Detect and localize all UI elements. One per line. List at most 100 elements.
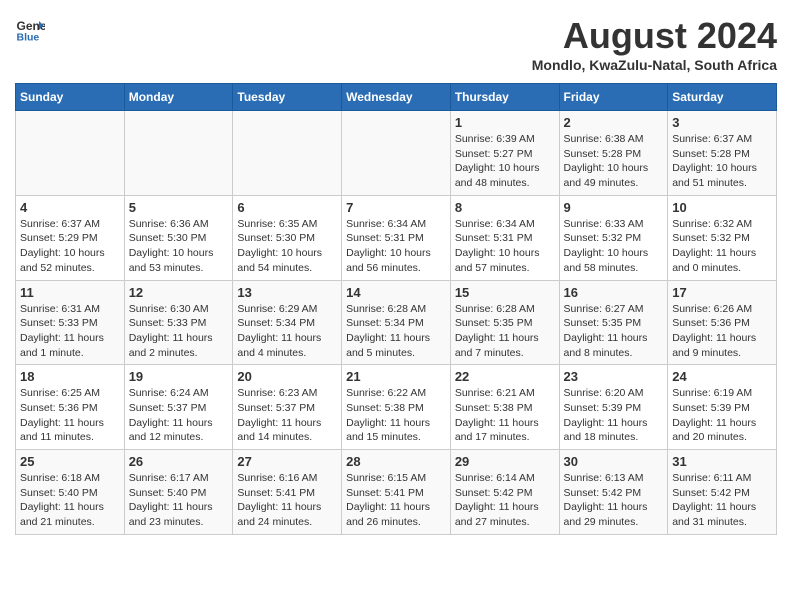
table-cell: 7Sunrise: 6:34 AM Sunset: 5:31 PM Daylig…	[342, 195, 451, 280]
col-thursday: Thursday	[450, 84, 559, 111]
day-info: Sunrise: 6:15 AM Sunset: 5:41 PM Dayligh…	[346, 471, 446, 530]
day-number: 13	[237, 285, 337, 300]
day-number: 17	[672, 285, 772, 300]
day-number: 3	[672, 115, 772, 130]
week-row-2: 4 Sunrise: 6:37 AM Sunset: 5:29 PM Daylig…	[16, 195, 777, 280]
table-cell: 11 Sunrise: 6:31 AM Sunset: 5:33 PM Dayli…	[16, 280, 125, 365]
table-cell: 17Sunrise: 6:26 AM Sunset: 5:36 PM Dayli…	[668, 280, 777, 365]
day-info: Sunrise: 6:33 AM Sunset: 5:32 PM Dayligh…	[564, 217, 664, 276]
day-number: 28	[346, 454, 446, 469]
day-number: 10	[672, 200, 772, 215]
col-friday: Friday	[559, 84, 668, 111]
table-cell: 14Sunrise: 6:28 AM Sunset: 5:34 PM Dayli…	[342, 280, 451, 365]
day-number: 4	[20, 200, 120, 215]
day-number: 1	[455, 115, 555, 130]
table-cell	[342, 111, 451, 196]
day-info: Sunrise: 6:19 AM Sunset: 5:39 PM Dayligh…	[672, 386, 772, 445]
day-number: 26	[129, 454, 229, 469]
table-cell: 21 Sunrise: 6:22 AM Sunset: 5:38 PM Dayli…	[342, 365, 451, 450]
col-sunday: Sunday	[16, 84, 125, 111]
day-info: Sunrise: 6:27 AM Sunset: 5:35 PM Dayligh…	[564, 302, 664, 361]
day-number: 24	[672, 369, 772, 384]
table-cell: 15 Sunrise: 6:28 AM Sunset: 5:35 PM Dayli…	[450, 280, 559, 365]
day-info: Sunrise: 6:30 AM Sunset: 5:33 PM Dayligh…	[129, 302, 229, 361]
month-title: August 2024	[532, 15, 777, 57]
table-cell: 25 Sunrise: 6:18 AM Sunset: 5:40 PM Dayli…	[16, 450, 125, 535]
day-number: 15	[455, 285, 555, 300]
day-number: 12	[129, 285, 229, 300]
day-number: 23	[564, 369, 664, 384]
day-info: Sunrise: 6:22 AM Sunset: 5:38 PM Dayligh…	[346, 386, 446, 445]
day-info: Sunrise: 6:20 AM Sunset: 5:39 PM Dayligh…	[564, 386, 664, 445]
day-info: Sunrise: 6:14 AM Sunset: 5:42 PM Dayligh…	[455, 471, 555, 530]
day-number: 7	[346, 200, 446, 215]
table-cell: 19 Sunrise: 6:24 AM Sunset: 5:37 PM Dayli…	[124, 365, 233, 450]
table-cell	[16, 111, 125, 196]
day-info: Sunrise: 6:28 AM Sunset: 5:35 PM Dayligh…	[455, 302, 555, 361]
calendar-table: Sunday Monday Tuesday Wednesday Thursday…	[15, 83, 777, 535]
table-cell: 30 Sunrise: 6:13 AM Sunset: 5:42 PM Dayli…	[559, 450, 668, 535]
day-number: 21	[346, 369, 446, 384]
table-cell: 22 Sunrise: 6:21 AM Sunset: 5:38 PM Dayli…	[450, 365, 559, 450]
week-row-4: 18 Sunrise: 6:25 AM Sunset: 5:36 PM Dayli…	[16, 365, 777, 450]
location: Mondlo, KwaZulu-Natal, South Africa	[532, 57, 777, 73]
table-cell: 8Sunrise: 6:34 AM Sunset: 5:31 PM Daylig…	[450, 195, 559, 280]
day-number: 11	[20, 285, 120, 300]
day-number: 8	[455, 200, 555, 215]
day-info: Sunrise: 6:29 AM Sunset: 5:34 PM Dayligh…	[237, 302, 337, 361]
day-info: Sunrise: 6:31 AM Sunset: 5:33 PM Dayligh…	[20, 302, 120, 361]
day-number: 25	[20, 454, 120, 469]
day-info: Sunrise: 6:37 AM Sunset: 5:28 PM Dayligh…	[672, 132, 772, 191]
day-number: 16	[564, 285, 664, 300]
day-info: Sunrise: 6:24 AM Sunset: 5:37 PM Dayligh…	[129, 386, 229, 445]
day-number: 18	[20, 369, 120, 384]
day-info: Sunrise: 6:32 AM Sunset: 5:32 PM Dayligh…	[672, 217, 772, 276]
day-number: 6	[237, 200, 337, 215]
week-row-3: 11 Sunrise: 6:31 AM Sunset: 5:33 PM Dayli…	[16, 280, 777, 365]
table-cell: 23 Sunrise: 6:20 AM Sunset: 5:39 PM Dayli…	[559, 365, 668, 450]
logo-icon: General Blue	[15, 15, 45, 45]
table-cell: 18 Sunrise: 6:25 AM Sunset: 5:36 PM Dayli…	[16, 365, 125, 450]
table-cell: 10 Sunrise: 6:32 AM Sunset: 5:32 PM Dayli…	[668, 195, 777, 280]
day-info: Sunrise: 6:21 AM Sunset: 5:38 PM Dayligh…	[455, 386, 555, 445]
table-cell: 13 Sunrise: 6:29 AM Sunset: 5:34 PM Dayli…	[233, 280, 342, 365]
table-cell: 5 Sunrise: 6:36 AM Sunset: 5:30 PM Daylig…	[124, 195, 233, 280]
table-cell: 3 Sunrise: 6:37 AM Sunset: 5:28 PM Daylig…	[668, 111, 777, 196]
day-info: Sunrise: 6:38 AM Sunset: 5:28 PM Dayligh…	[564, 132, 664, 191]
page-header: General Blue August 2024 Mondlo, KwaZulu…	[15, 15, 777, 73]
day-info: Sunrise: 6:36 AM Sunset: 5:30 PM Dayligh…	[129, 217, 229, 276]
day-info: Sunrise: 6:37 AM Sunset: 5:29 PM Dayligh…	[20, 217, 120, 276]
col-saturday: Saturday	[668, 84, 777, 111]
day-number: 22	[455, 369, 555, 384]
table-cell: 2 Sunrise: 6:38 AM Sunset: 5:28 PM Daylig…	[559, 111, 668, 196]
table-cell: 9Sunrise: 6:33 AM Sunset: 5:32 PM Daylig…	[559, 195, 668, 280]
day-number: 29	[455, 454, 555, 469]
table-cell: 28 Sunrise: 6:15 AM Sunset: 5:41 PM Dayli…	[342, 450, 451, 535]
table-cell: 31 Sunrise: 6:11 AM Sunset: 5:42 PM Dayli…	[668, 450, 777, 535]
week-row-1: 1Sunrise: 6:39 AM Sunset: 5:27 PM Daylig…	[16, 111, 777, 196]
title-area: August 2024 Mondlo, KwaZulu-Natal, South…	[532, 15, 777, 73]
day-info: Sunrise: 6:28 AM Sunset: 5:34 PM Dayligh…	[346, 302, 446, 361]
table-cell: 20Sunrise: 6:23 AM Sunset: 5:37 PM Dayli…	[233, 365, 342, 450]
day-info: Sunrise: 6:18 AM Sunset: 5:40 PM Dayligh…	[20, 471, 120, 530]
table-cell: 26Sunrise: 6:17 AM Sunset: 5:40 PM Dayli…	[124, 450, 233, 535]
day-number: 2	[564, 115, 664, 130]
day-number: 31	[672, 454, 772, 469]
table-cell: 1Sunrise: 6:39 AM Sunset: 5:27 PM Daylig…	[450, 111, 559, 196]
table-cell: 16 Sunrise: 6:27 AM Sunset: 5:35 PM Dayli…	[559, 280, 668, 365]
day-number: 20	[237, 369, 337, 384]
day-info: Sunrise: 6:13 AM Sunset: 5:42 PM Dayligh…	[564, 471, 664, 530]
day-number: 19	[129, 369, 229, 384]
day-number: 27	[237, 454, 337, 469]
day-info: Sunrise: 6:25 AM Sunset: 5:36 PM Dayligh…	[20, 386, 120, 445]
table-cell	[233, 111, 342, 196]
calendar-header-row: Sunday Monday Tuesday Wednesday Thursday…	[16, 84, 777, 111]
table-cell: 24 Sunrise: 6:19 AM Sunset: 5:39 PM Dayli…	[668, 365, 777, 450]
day-number: 5	[129, 200, 229, 215]
table-cell: 12 Sunrise: 6:30 AM Sunset: 5:33 PM Dayli…	[124, 280, 233, 365]
svg-text:Blue: Blue	[17, 32, 40, 44]
day-info: Sunrise: 6:11 AM Sunset: 5:42 PM Dayligh…	[672, 471, 772, 530]
table-cell: 29 Sunrise: 6:14 AM Sunset: 5:42 PM Dayli…	[450, 450, 559, 535]
table-cell	[124, 111, 233, 196]
day-number: 30	[564, 454, 664, 469]
